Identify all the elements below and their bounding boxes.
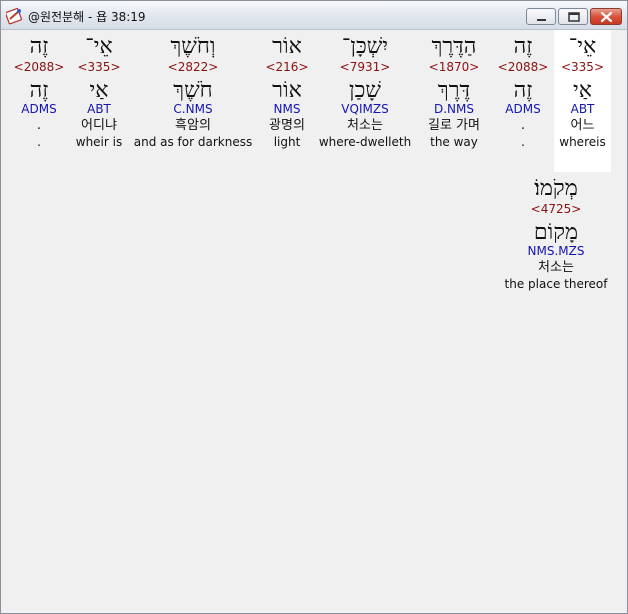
strong-number[interactable]: <4725> — [502, 202, 610, 218]
word-card[interactable]: אֵי־ <335> אַי ABT 어디냐 wheir is — [72, 30, 126, 149]
strong-number[interactable]: <1870> — [416, 60, 492, 76]
minimize-button[interactable] — [526, 8, 556, 25]
morph-code: ADMS — [21, 102, 57, 116]
hebrew-lemma: מָקוֹם — [533, 220, 579, 245]
strong-number[interactable]: <2088> — [492, 60, 554, 76]
hebrew-word: מְקֹמוֹ׃ — [534, 176, 578, 201]
word-card[interactable]: אוֹר <216> אוֹר NMS 광명의 light — [260, 30, 314, 149]
korean-gloss: 흑암의 — [175, 118, 211, 133]
morph-code: NMS — [273, 102, 301, 116]
english-gloss: whereis — [559, 135, 606, 149]
word-card[interactable]: זֶה <2088> זֶה ADMS . . — [6, 30, 72, 149]
window-title: @원전분해 - 욥 38:19 — [28, 10, 146, 24]
hebrew-lemma: שָׁכַן — [349, 78, 381, 103]
title-bar[interactable]: @원전분해 - 욥 38:19 — [1, 1, 627, 30]
word-card-selected[interactable]: אֵי־ <335> אַי ABT 어느 whereis — [554, 30, 611, 172]
english-gloss: and as for darkness — [133, 135, 253, 149]
morph-code: NMS.MZS — [527, 244, 585, 258]
morph-code: ABT — [87, 102, 111, 116]
korean-gloss: . — [520, 118, 526, 133]
hebrew-lemma: אַי — [573, 78, 592, 103]
hebrew-lemma: זֶה — [29, 78, 49, 103]
english-gloss: light — [273, 135, 301, 149]
hebrew-lemma: חֹשֶׁךְ — [173, 78, 213, 103]
hebrew-lemma: אוֹר — [272, 78, 302, 103]
english-gloss: wheir is — [75, 135, 123, 149]
strong-number[interactable]: <335> — [72, 60, 126, 76]
analysis-panel: זֶה <2088> זֶה ADMS . . אֵי־ <335> אַי A… — [6, 30, 622, 608]
hebrew-word: הַדֶּרֶךְ — [431, 34, 477, 59]
hebrew-word: יִשְׁכָּן־ — [341, 34, 389, 59]
hebrew-word: וְחֹשֶׁךְ — [170, 34, 216, 59]
english-gloss: the way — [430, 135, 478, 149]
korean-gloss: 처소는 — [538, 260, 574, 275]
hebrew-word: אֵי־ — [568, 34, 597, 59]
korean-gloss: 길로 가며 — [428, 118, 480, 133]
app-window: @원전분해 - 욥 38:19 זֶה <2088> זֶה ADMS . . — [0, 0, 628, 614]
morph-code: ADMS — [505, 102, 541, 116]
hebrew-word: אֵי־ — [85, 34, 113, 59]
hebrew-word: זֶה — [29, 34, 49, 59]
strong-number[interactable]: <7931> — [314, 60, 416, 76]
korean-gloss: 광명의 — [269, 118, 305, 133]
app-book-icon[interactable] — [5, 7, 24, 25]
hebrew-lemma: זֶה — [513, 78, 533, 103]
strong-number[interactable]: <2822> — [126, 60, 260, 76]
hebrew-word: זֶה — [513, 34, 533, 59]
strong-number[interactable]: <216> — [260, 60, 314, 76]
english-gloss: . — [37, 135, 41, 149]
english-gloss: where-dwelleth — [318, 135, 412, 149]
hebrew-lemma: אַי — [89, 78, 109, 103]
hebrew-lemma: דֶּרֶךְ — [437, 78, 471, 103]
morph-code: D.NMS — [433, 102, 474, 116]
word-card[interactable]: זֶה <2088> זֶה ADMS . . — [492, 30, 554, 149]
morph-code: C.NMS — [173, 102, 213, 116]
morph-code: ABT — [570, 102, 595, 116]
korean-gloss: 처소는 — [347, 118, 383, 133]
strong-number[interactable]: <335> — [554, 60, 611, 76]
word-card[interactable]: יִשְׁכָּן־ <7931> שָׁכַן VQIMZS 처소는 wher… — [314, 30, 416, 149]
hebrew-word: אוֹר — [272, 34, 302, 59]
strong-number[interactable]: <2088> — [6, 60, 72, 76]
korean-gloss: 어느 — [570, 118, 595, 133]
morph-code: VQIMZS — [341, 102, 389, 116]
close-icon — [600, 11, 613, 23]
minimize-icon — [537, 19, 546, 21]
word-card[interactable]: וְחֹשֶׁךְ <2822> חֹשֶׁךְ C.NMS 흑암의 and a… — [126, 30, 260, 149]
maximize-icon — [568, 12, 580, 22]
english-gloss: . — [521, 135, 525, 149]
maximize-button[interactable] — [558, 8, 588, 25]
english-gloss: the place thereof — [504, 277, 608, 291]
korean-gloss: 어디냐 — [81, 118, 117, 133]
close-button[interactable] — [590, 8, 622, 25]
word-card[interactable]: הַדֶּרֶךְ <1870> דֶּרֶךְ D.NMS 길로 가며 the… — [416, 30, 492, 149]
korean-gloss: . — [36, 118, 42, 133]
word-card[interactable]: מְקֹמוֹ׃ <4725> מָקוֹם NMS.MZS 처소는 the p… — [502, 172, 610, 291]
